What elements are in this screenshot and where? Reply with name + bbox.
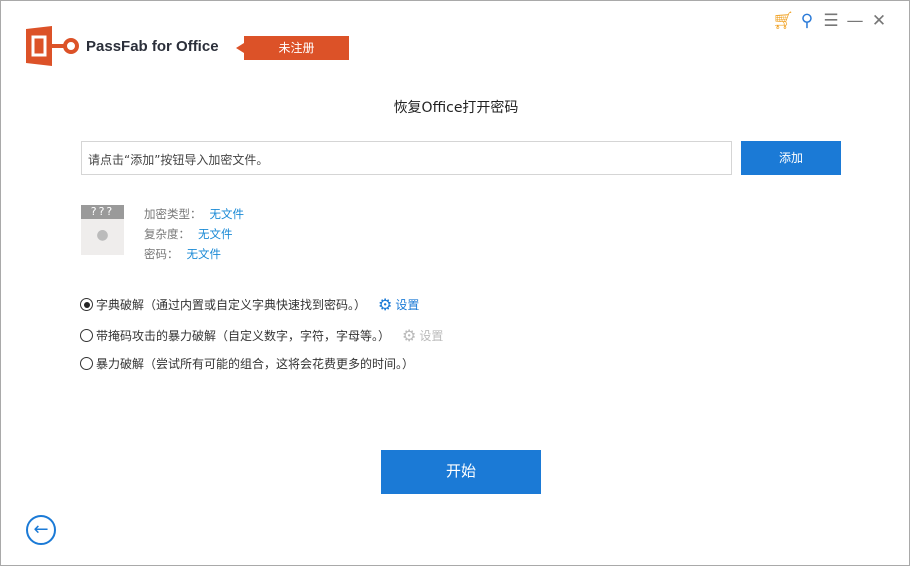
info-value: 无文件 (186, 247, 222, 261)
file-thumbnail: ??? ● (81, 205, 124, 255)
back-arrow-icon[interactable]: ← (26, 515, 56, 545)
passfab-logo-icon (26, 26, 79, 66)
option-brute-force[interactable]: 暴力破解（尝试所有可能的组合，这将会花费更多的时间。） (80, 355, 414, 372)
start-button[interactable]: 开始 (381, 450, 541, 494)
encryption-type-row: 加密类型： 无文件 (144, 206, 244, 222)
option-label: 字典破解（通过内置或自定义字典快速找到密码。） (96, 298, 367, 312)
thumbnail-label: ??? (81, 205, 124, 219)
info-value: 无文件 (198, 227, 233, 241)
settings-button[interactable]: ⚙ 设置 (378, 295, 419, 314)
password-row: 密码： 无文件 (144, 246, 221, 262)
option-label: 暴力破解（尝试所有可能的组合，这将会花费更多的时间。） (96, 357, 415, 371)
titlebar-controls: 🛒︎ ⚲ ☰ — ✕ (771, 11, 891, 31)
info-label: 密码： (144, 247, 179, 261)
option-label: 带掩码攻击的暴力破解（自定义数字，字符，字母等。） (96, 329, 391, 343)
app-window: PassFab for Office 未注册 🛒︎ ⚲ ☰ — ✕ 恢复Offi… (0, 0, 910, 566)
minimize-icon[interactable]: — (843, 11, 867, 31)
option-mask-attack[interactable]: 带掩码攻击的暴力破解（自定义数字，字符，字母等。） ⚙ 设置 (80, 326, 443, 345)
add-file-button[interactable]: 添加 (741, 141, 841, 175)
settings-button: ⚙ 设置 (402, 326, 443, 345)
info-value: 无文件 (209, 207, 245, 221)
info-label: 加密类型： (144, 207, 202, 221)
gear-icon: ⚙ (402, 326, 417, 345)
close-icon[interactable]: ✕ (867, 11, 891, 31)
info-label: 复杂度： (144, 227, 190, 241)
file-path-input[interactable]: 请点击“添加”按钮导入加密文件。 (81, 141, 732, 175)
lock-icon: ● (96, 227, 109, 243)
complexity-row: 复杂度： 无文件 (144, 226, 233, 242)
key-icon[interactable]: ⚲ (795, 11, 819, 31)
radio-button[interactable] (80, 298, 93, 311)
radio-button[interactable] (80, 357, 93, 370)
app-name: PassFab for Office (86, 38, 219, 55)
unregistered-badge[interactable]: 未注册 (236, 36, 349, 60)
gear-icon: ⚙ (378, 295, 393, 314)
settings-label: 设置 (419, 329, 444, 343)
cart-icon[interactable]: 🛒︎ (771, 11, 795, 31)
option-dictionary-attack[interactable]: 字典破解（通过内置或自定义字典快速找到密码。） ⚙ 设置 (80, 295, 419, 314)
settings-label: 设置 (395, 298, 420, 312)
radio-button[interactable] (80, 329, 93, 342)
menu-icon[interactable]: ☰ (819, 11, 843, 31)
page-title: 恢复Office打开密码 (393, 100, 519, 116)
